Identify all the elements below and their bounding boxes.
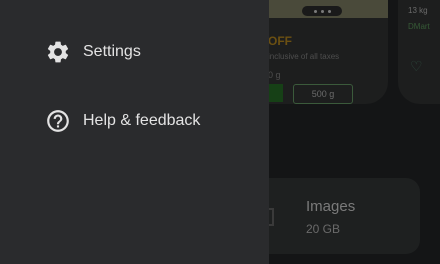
drawer-item-label: Settings: [83, 43, 141, 60]
carousel-dot: [314, 10, 317, 13]
discount-badge: OFF: [268, 34, 292, 48]
product-card-2[interactable]: 13 kg DMart ♡: [398, 0, 440, 104]
carousel-dot: [321, 10, 324, 13]
heart-icon[interactable]: ♡: [410, 58, 423, 75]
navigation-drawer: Settings Help & feedback: [0, 0, 269, 264]
product-weight: 0 g: [268, 70, 281, 80]
gear-icon: [45, 39, 71, 65]
storage-category-size: 20 GB: [306, 222, 341, 236]
storage-category-title: Images: [306, 198, 356, 215]
product-weight-2: 13 kg: [408, 6, 428, 15]
tax-note: inclusive of all taxes: [268, 52, 340, 61]
weight-option-chip[interactable]: 500 g: [293, 84, 353, 104]
store-name: DMart: [408, 22, 430, 31]
drawer-item-help-feedback[interactable]: Help & feedback: [0, 101, 269, 141]
drawer-item-label: Help & feedback: [83, 112, 201, 129]
carousel-dot: [328, 10, 331, 13]
help-circle-icon: [45, 108, 71, 134]
drawer-item-settings[interactable]: Settings: [0, 32, 269, 72]
